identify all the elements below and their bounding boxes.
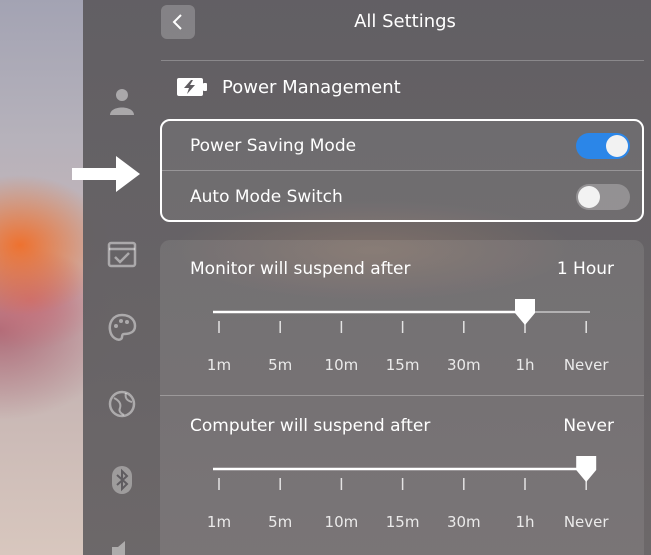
tick-label: 10m [324,356,359,374]
user-icon[interactable] [105,84,139,118]
suspend-card [160,240,644,555]
tick-label: 5m [268,513,293,531]
monitor-suspend-label: Monitor will suspend after [190,259,411,279]
calendar-check-icon[interactable] [105,237,139,271]
tick-label: 30m [446,513,481,531]
auto-mode-switch-row: Auto Mode Switch [162,172,642,222]
page-title: All Settings [354,11,456,32]
power-saving-mode-label: Power Saving Mode [190,135,357,156]
power-saving-mode-toggle[interactable] [576,132,630,159]
computer-tick-labels: 1m 5m 10m 15m 30m 1h Never [0,513,651,533]
tick-label: 5m [268,356,293,374]
toggle-knob [578,186,600,208]
monitor-tick-labels: 1m 5m 10m 15m 30m 1h Never [0,356,651,376]
tick-label: 15m [385,513,420,531]
monitor-suspend-value: 1 Hour [556,259,614,279]
back-button[interactable] [161,5,195,39]
tick-label: 10m [324,513,359,531]
card-divider [160,395,644,396]
tick-label: Never [563,513,609,531]
palette-icon[interactable] [105,311,139,345]
tick-label: 1h [515,513,535,531]
tick-label: 1h [515,356,535,374]
power-toggles-card: Power Saving Mode Auto Mode Switch [160,119,644,222]
slider-thumb[interactable] [515,299,535,325]
auto-mode-switch-label: Auto Mode Switch [190,187,343,207]
globe-icon[interactable] [105,387,139,421]
bluetooth-icon[interactable] [105,463,139,497]
computer-suspend-slider[interactable] [190,452,630,492]
monitor-suspend-slider[interactable] [190,295,630,335]
computer-suspend-value: Never [563,416,614,436]
section-heading: Power Management [176,72,401,102]
chevron-left-icon [172,14,182,30]
tick-label: 1m [206,513,232,531]
power-saving-mode-row: Power Saving Mode [162,121,642,171]
tick-label: 15m [385,356,420,374]
auto-mode-switch-toggle[interactable] [576,184,630,210]
battery-charging-icon [176,74,208,100]
tick-label: 30m [446,356,481,374]
section-title: Power Management [222,76,401,98]
header-divider [161,60,644,61]
pointer-arrow-icon [72,156,140,192]
slider-thumb[interactable] [576,456,597,482]
tick-label: Never [563,356,609,374]
computer-suspend-label: Computer will suspend after [190,416,431,436]
tick-label: 1m [206,356,232,374]
volume-icon[interactable] [105,534,139,555]
toggle-knob [606,134,628,157]
